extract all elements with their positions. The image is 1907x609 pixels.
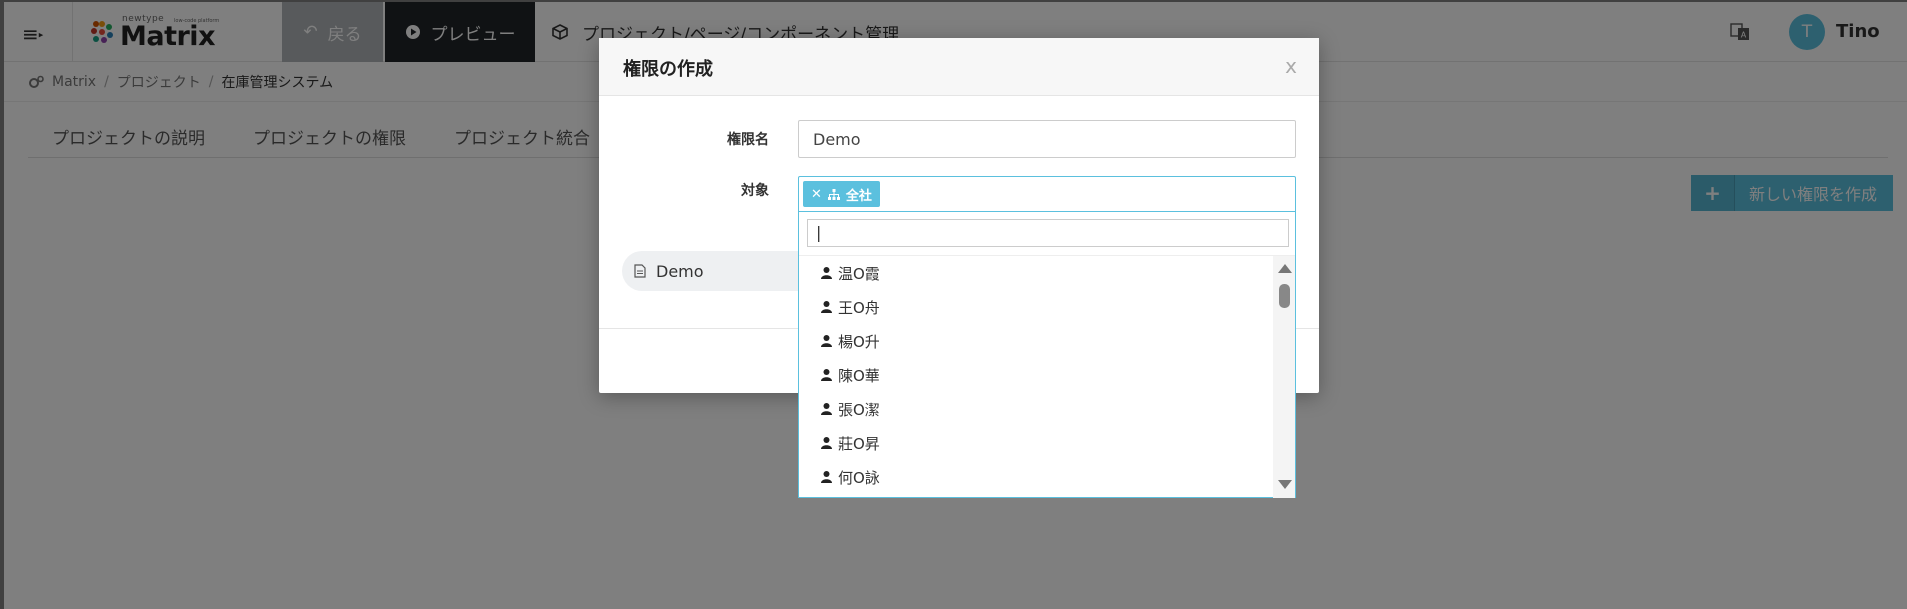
dropdown-option[interactable]: 楊O升 [799,324,1271,358]
dropdown-option[interactable]: 陳O華 [799,358,1271,392]
dropdown-option-label: 何O詠 [838,468,880,487]
dropdown-options: 温O霞 王O舟 楊O升 陳O華 張O潔 莊O昇 何O詠 [799,256,1271,498]
target-tag-label: 全社 [845,188,872,204]
times-icon[interactable]: ✕ [811,187,822,202]
permission-name-label: 権限名 [727,132,769,148]
dropdown-option-label: 張O潔 [838,400,880,419]
scroll-down-icon[interactable] [1278,480,1292,489]
target-dropdown: | 温O霞 王O舟 楊O升 陳O華 張O潔 莊O昇 何O詠 [798,212,1296,498]
target-label: 対象 [741,183,769,199]
target-select[interactable]: ✕ 全社 [798,176,1296,212]
permission-name-input[interactable] [798,120,1296,158]
dropdown-option[interactable]: 張O潔 [799,392,1271,426]
scrollbar-thumb[interactable] [1279,284,1290,308]
permission-list-item-label: Demo [656,261,704,281]
dropdown-search-input[interactable]: | [807,219,1289,247]
modal-header: 権限の作成 x [599,38,1319,96]
user-icon [821,301,832,313]
dropdown-option[interactable]: 温O霞 [799,256,1271,290]
modal-title: 権限の作成 [623,59,713,80]
dropdown-option[interactable]: 莊O昇 [799,426,1271,460]
user-icon [821,403,832,415]
user-icon [821,267,832,279]
dropdown-option-label: 莊O昇 [838,434,880,453]
user-icon [821,437,832,449]
sitemap-icon [827,188,840,200]
dropdown-scrollbar[interactable] [1273,256,1295,498]
dropdown-option-label: 温O霞 [838,264,880,283]
dropdown-option-label: 陳O華 [838,366,880,385]
file-icon [634,264,646,278]
permission-list-item[interactable]: Demo [622,251,802,291]
scroll-up-icon[interactable] [1278,264,1292,273]
target-tag: ✕ 全社 [803,181,880,207]
user-icon [821,369,832,381]
dropdown-option-label: 楊O升 [838,332,880,351]
dropdown-option-label: 王O舟 [838,298,880,317]
close-button[interactable]: x [1285,54,1297,78]
user-icon [821,335,832,347]
user-icon [821,471,832,483]
dropdown-option[interactable]: 王O舟 [799,290,1271,324]
dropdown-option[interactable]: 何O詠 [799,460,1271,494]
